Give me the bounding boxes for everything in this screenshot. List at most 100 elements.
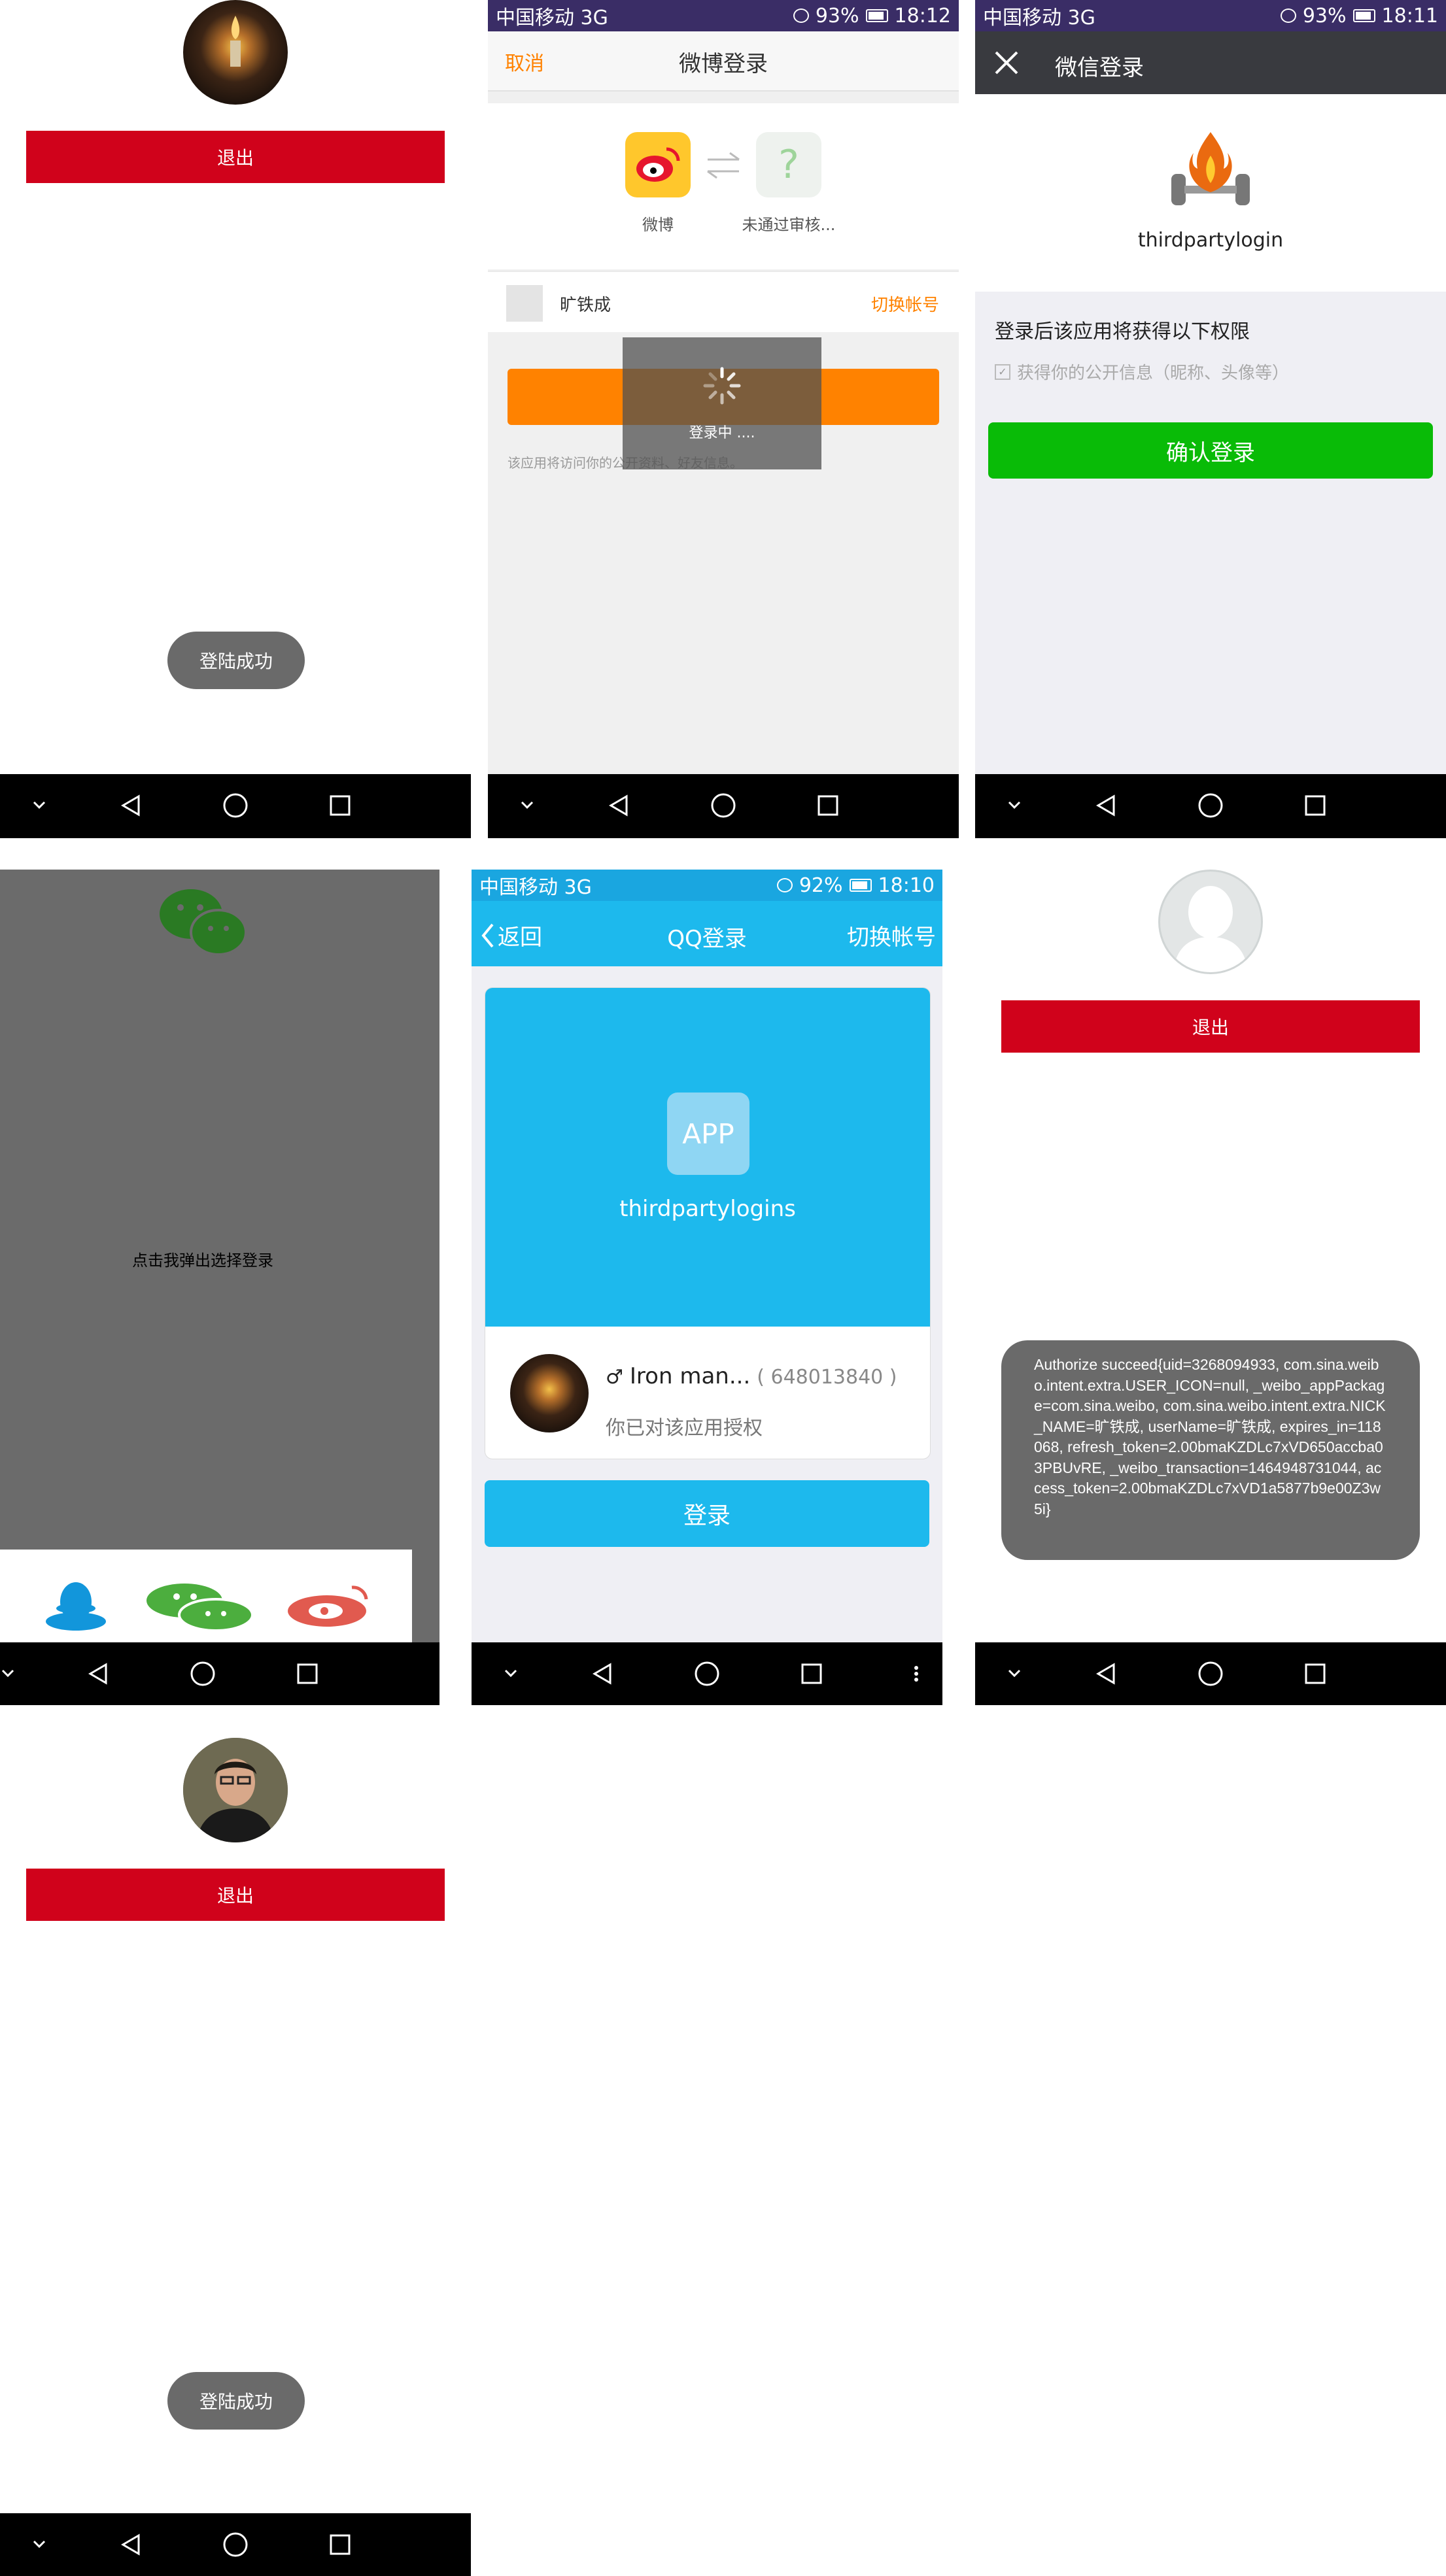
- home-icon[interactable]: [1191, 1642, 1230, 1705]
- unknown-app-icon: ?: [756, 132, 821, 197]
- chevron-down-icon[interactable]: [995, 1642, 1034, 1705]
- panel-wechat-login: 中国移动 3G 93% 18:11 微信登录 thirdpartylogin 登…: [975, 0, 1446, 838]
- back-icon[interactable]: [111, 2513, 150, 2576]
- chevron-down-icon[interactable]: [491, 1642, 530, 1705]
- home-icon[interactable]: [183, 1642, 222, 1705]
- loading-overlay: 登录中 ....: [623, 337, 821, 469]
- wechat-icon[interactable]: [144, 1581, 255, 1636]
- switch-account-link[interactable]: 切换帐号: [871, 292, 939, 316]
- back-icon[interactable]: [111, 774, 150, 837]
- panel-logged-in-photo: 退出 登陆成功: [0, 1705, 471, 2576]
- wechat-header: 微信登录: [975, 31, 1446, 94]
- back-icon[interactable]: [78, 1642, 118, 1705]
- panel-authorize-result: 退出 Authorize succeed{uid=3268094933, com…: [975, 870, 1446, 1705]
- permission-item: ✓ 获得你的公开信息（昵称、头像等）: [995, 360, 1289, 384]
- logout-button[interactable]: 退出: [26, 1869, 445, 1921]
- app-name: thirdpartylogin: [1137, 229, 1284, 252]
- user-photo-avatar: [183, 1738, 288, 1842]
- chevron-down-icon[interactable]: [995, 774, 1034, 837]
- alarm-icon: [1280, 8, 1296, 23]
- logout-button[interactable]: 退出: [1001, 1000, 1420, 1053]
- carrier-text: 中国移动 3G: [496, 7, 608, 29]
- clock-time: 18:10: [878, 873, 935, 897]
- spinner-icon: [702, 366, 742, 408]
- share-sheet: [0, 1550, 412, 1642]
- confirm-login-button[interactable]: 确认登录: [988, 422, 1433, 479]
- chevron-down-icon[interactable]: [508, 774, 547, 837]
- android-nav-bar: [0, 1642, 439, 1705]
- android-nav-bar: [975, 774, 1446, 838]
- weibo-app-label: 微博: [642, 216, 674, 234]
- home-icon[interactable]: [687, 1642, 727, 1705]
- user-id: ( 648013840 ): [757, 1366, 897, 1389]
- switch-account-button[interactable]: 切换帐号: [847, 919, 936, 951]
- loading-text: 登录中 ....: [689, 425, 755, 441]
- recents-icon[interactable]: [792, 1642, 831, 1705]
- weibo-app-icon: [625, 132, 691, 197]
- battery-percent: 93%: [1302, 4, 1347, 27]
- android-nav-bar: [0, 774, 471, 838]
- default-avatar-icon: [1158, 870, 1263, 974]
- permission-label: 获得你的公开信息（昵称、头像等）: [1017, 364, 1290, 383]
- wechat-logo-icon: [157, 887, 249, 961]
- recents-icon[interactable]: [1296, 1642, 1335, 1705]
- chevron-down-icon[interactable]: [20, 2513, 59, 2576]
- carrier-text: 中国移动 3G: [479, 876, 592, 899]
- permission-title: 登录后该应用将获得以下权限: [995, 320, 1250, 343]
- back-icon[interactable]: [583, 1642, 622, 1705]
- user-avatar: [510, 1354, 589, 1432]
- clock-time: 18:11: [1381, 4, 1438, 27]
- recents-icon[interactable]: [320, 774, 360, 837]
- recents-icon[interactable]: [1296, 774, 1335, 837]
- battery-percent: 92%: [799, 873, 843, 897]
- alarm-icon: [793, 8, 809, 23]
- clock-time: 18:12: [894, 4, 951, 27]
- home-icon[interactable]: [216, 774, 255, 837]
- more-icon[interactable]: [903, 1642, 929, 1705]
- app-exchange-card: 微博 ? 未通过审核...: [488, 103, 959, 269]
- page-title: 微博登录: [679, 51, 768, 77]
- home-icon[interactable]: [216, 2513, 255, 2576]
- unknown-app-label: 未通过审核...: [742, 216, 836, 234]
- android-nav-bar: [975, 1642, 1446, 1705]
- chevron-down-icon[interactable]: [0, 1642, 16, 1705]
- user-row: ♂ Iron man... ( 648013840 ): [606, 1363, 897, 1389]
- qq-icon[interactable]: [42, 1580, 110, 1635]
- close-icon[interactable]: [992, 48, 1021, 80]
- checkbox-icon[interactable]: ✓: [995, 364, 1010, 380]
- user-avatar: [506, 285, 543, 322]
- app-card: APP thirdpartylogins ♂ Iron man... ( 648…: [485, 987, 931, 1459]
- home-icon[interactable]: [704, 774, 743, 837]
- back-icon[interactable]: [1086, 1642, 1126, 1705]
- android-nav-bar: [472, 1642, 942, 1705]
- alarm-icon: [776, 878, 793, 892]
- weibo-header: 取消 微博登录: [488, 31, 959, 92]
- candle-avatar-icon: [183, 0, 288, 105]
- recents-icon[interactable]: [320, 2513, 360, 2576]
- panel-logged-in-candle: 退出 登陆成功: [0, 0, 471, 838]
- authorize-toast: Authorize succeed{uid=3268094933, com.si…: [1001, 1340, 1420, 1560]
- user-name: 旷铁成: [560, 296, 611, 315]
- battery-icon: [849, 879, 872, 892]
- user-name: Iron man...: [629, 1363, 751, 1389]
- android-nav-bar: [488, 774, 959, 838]
- login-success-toast: 登陆成功: [167, 2372, 305, 2430]
- carrier-text: 中国移动 3G: [983, 7, 1095, 29]
- logout-button[interactable]: 退出: [26, 131, 445, 183]
- status-bar: 中国移动 3G 93% 18:12: [488, 0, 959, 31]
- back-icon[interactable]: [599, 774, 638, 837]
- page-title: 微信登录: [1055, 55, 1144, 81]
- battery-icon: [865, 9, 888, 22]
- app-logo-icon: [1165, 127, 1256, 221]
- status-bar: 中国移动 3G 93% 18:11: [975, 0, 1446, 31]
- recents-icon[interactable]: [288, 1642, 327, 1705]
- recents-icon[interactable]: [808, 774, 848, 837]
- qq-login-button[interactable]: 登录: [485, 1480, 929, 1547]
- chevron-down-icon[interactable]: [20, 774, 59, 837]
- weibo-icon[interactable]: [286, 1585, 371, 1631]
- back-icon[interactable]: [1086, 774, 1126, 837]
- app-badge-icon: APP: [667, 1093, 749, 1175]
- home-icon[interactable]: [1191, 774, 1230, 837]
- battery-icon: [1352, 9, 1375, 22]
- choose-login-trigger[interactable]: 点击我弹出选择登录: [0, 1247, 405, 1270]
